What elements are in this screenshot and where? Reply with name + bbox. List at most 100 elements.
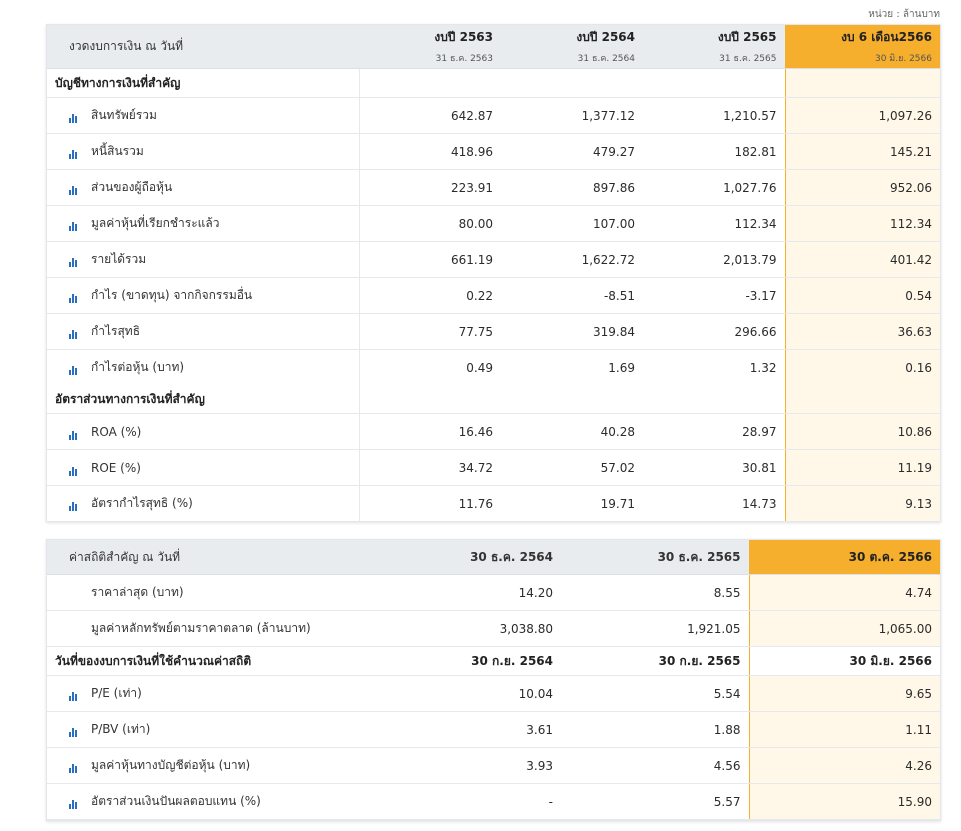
value-cell: 40.28 [501, 413, 643, 450]
value-cell: 14.20 [359, 574, 561, 611]
row-label: P/BV (เท่า) [91, 722, 151, 736]
value-cell: 479.27 [501, 133, 643, 170]
value-cell: 952.06 [784, 169, 940, 206]
table-row: อัตราส่วนเงินปันผลตอบแทน (%) -5.57 15.90 [47, 783, 940, 820]
stats-header-label: ค่าสถิติสำคัญ ณ วันที่ [47, 540, 359, 575]
value-cell: 57.02 [501, 449, 643, 486]
table-row: หนี้สินรวม 418.96 479.27 182.81 145.21 [47, 133, 940, 170]
row-label-cell: ROE (%) [47, 449, 360, 486]
bar-chart-icon[interactable] [69, 795, 81, 809]
bar-chart-icon[interactable] [69, 723, 81, 737]
value-cell: 1.32 [749, 360, 777, 375]
row-label: อัตรากำไรสุทธิ (%) [91, 496, 193, 510]
value-cell: 11.19 [784, 449, 940, 486]
value-cell: 145.21 [784, 133, 940, 170]
bar-chart-icon[interactable] [69, 497, 81, 511]
value-cell: 182.81 [643, 133, 785, 170]
table-row: รายได้รวม 661.19 1,622.72 2,013.79 401.42 [47, 241, 940, 278]
bar-chart-icon[interactable] [69, 289, 81, 303]
value-cell: 11.76 [458, 496, 493, 511]
table-row: กำไรสุทธิ 77.75 319.84 296.66 36.63 [47, 313, 940, 350]
value-cell: 107.00 [501, 205, 643, 242]
value-cell: 642.87 [359, 97, 501, 134]
section-date: 30 ก.ย. 2565 [561, 646, 749, 676]
row-label-cell: มูลค่าหลักทรัพย์ตามราคาตลาด (ล้านบาท) [47, 610, 359, 647]
row-label: อัตราส่วนเงินปันผลตอบแทน (%) [91, 794, 261, 808]
value-cell: 401.42 [784, 241, 940, 278]
value-cell: 1,622.72 [501, 241, 643, 278]
column-header-highlight: งบ 6 เดือน2566 30 มิ.ย. 2566 [784, 25, 940, 69]
bar-chart-icon[interactable] [69, 361, 81, 375]
row-label: P/E (เท่า) [91, 686, 142, 700]
row-label-cell: สินทรัพย์รวม [47, 97, 360, 134]
value-cell: 0.49 [466, 360, 493, 375]
value-cell: 36.63 [784, 313, 940, 350]
bar-chart-icon[interactable] [69, 426, 81, 440]
bar-chart-icon[interactable] [69, 759, 81, 773]
bar-chart-icon[interactable] [69, 687, 81, 701]
column-header-highlight: 30 ต.ค. 2566 [748, 540, 940, 575]
table-row: กำไร (ขาดทุน) จากกิจกรรมอื่น 0.22 -8.51 -3.… [47, 277, 940, 314]
row-label-cell: อัตรากำไรสุทธิ (%) [47, 485, 360, 521]
section-header-row: วันที่ของงบการเงินที่ใช้คำนวณค่าสถิติ 30… [47, 646, 940, 676]
section-header-row: อัตราส่วนทางการเงินที่สำคัญ [47, 385, 940, 414]
section-date: 30 มิ.ย. 2566 [748, 646, 940, 676]
table-row: ราคาล่าสุด (บาท) 14.20 8.55 4.74 [47, 574, 940, 611]
table-row: P/E (เท่า) 10.04 5.54 9.65 [47, 675, 940, 712]
section-title: บัญชีทางการเงินที่สำคัญ [47, 68, 360, 98]
section-header-row: บัญชีทางการเงินที่สำคัญ [47, 68, 940, 98]
value-cell: 80.00 [359, 205, 501, 242]
value-cell: 4.56 [561, 747, 749, 784]
value-cell: 4.74 [748, 574, 940, 611]
row-label: ส่วนของผู้ถือหุ้น [91, 180, 173, 194]
value-cell: 10.04 [359, 675, 561, 712]
value-cell: - [359, 783, 561, 820]
value-cell: 16.46 [359, 413, 501, 450]
key-statistics-card: ค่าสถิติสำคัญ ณ วันที่ 30 ธ.ค. 2564 30 ธ… [46, 539, 941, 821]
bar-chart-icon[interactable] [69, 217, 81, 231]
value-cell: 9.65 [748, 675, 940, 712]
row-label: กำไรสุทธิ [91, 324, 141, 338]
row-label: ราคาล่าสุด (บาท) [91, 585, 184, 599]
row-label: สินทรัพย์รวม [91, 108, 157, 122]
table-row: ROA (%) 16.46 40.28 28.97 10.86 [47, 413, 940, 450]
table-row: ROE (%) 34.72 57.02 30.81 11.19 [47, 449, 940, 486]
value-cell: 77.75 [359, 313, 501, 350]
table-row: ส่วนของผู้ถือหุ้น 223.91 897.86 1,027.76 952… [47, 169, 940, 206]
value-cell: 1,027.76 [643, 169, 785, 206]
column-header: งบปี 2563 31 ธ.ค. 2563 [359, 25, 501, 69]
table-row: สินทรัพย์รวม 642.87 1,377.12 1,210.57 1,097.… [47, 97, 940, 134]
column-header: งบปี 2564 31 ธ.ค. 2564 [501, 25, 643, 69]
period-header-label: งวดงบการเงิน ณ วันที่ [47, 25, 359, 69]
unit-note: หน่วย : ล้านบาท [868, 9, 940, 20]
section-title: วันที่ของงบการเงินที่ใช้คำนวณค่าสถิติ [47, 646, 359, 676]
value-cell: 418.96 [359, 133, 501, 170]
table-row: มูลค่าหุ้นที่เรียกชำระแล้ว 80.00 107.00 112… [47, 205, 940, 242]
row-label: มูลค่าหุ้นที่เรียกชำระแล้ว [91, 216, 220, 230]
value-cell: 112.34 [643, 205, 785, 242]
bar-chart-icon[interactable] [69, 181, 81, 195]
bar-chart-icon[interactable] [69, 109, 81, 123]
table-row: มูลค่าหลักทรัพย์ตามราคาตลาด (ล้านบาท) 3,0… [47, 610, 940, 647]
value-cell: -3.17 [643, 277, 785, 314]
value-cell: 3.61 [359, 711, 561, 748]
row-label-cell: ROA (%) [47, 413, 360, 450]
value-cell: 0.54 [784, 277, 940, 314]
bar-chart-icon[interactable] [69, 253, 81, 267]
row-label-cell: ราคาล่าสุด (บาท) [47, 574, 359, 611]
table-row: P/BV (เท่า) 3.61 1.88 1.11 [47, 711, 940, 748]
table-row: อัตรากำไรสุทธิ (%) 11.76 19.71 14.73 9.13 [47, 485, 940, 521]
value-cell: 112.34 [784, 205, 940, 242]
value-cell: 1,921.05 [561, 610, 749, 647]
bar-chart-icon[interactable] [69, 462, 81, 476]
value-cell: 28.97 [643, 413, 785, 450]
section-title: อัตราส่วนทางการเงินที่สำคัญ [47, 385, 360, 414]
row-label: กำไรต่อหุ้น (บาท) [91, 360, 185, 374]
value-cell: 5.57 [561, 783, 749, 820]
value-cell: 34.72 [359, 449, 501, 486]
row-label-cell: มูลค่าหุ้นที่เรียกชำระแล้ว [47, 205, 360, 242]
bar-chart-icon[interactable] [69, 145, 81, 159]
key-statistics-table: ค่าสถิติสำคัญ ณ วันที่ 30 ธ.ค. 2564 30 ธ… [47, 540, 940, 820]
bar-chart-icon[interactable] [69, 325, 81, 339]
value-cell: -8.51 [501, 277, 643, 314]
